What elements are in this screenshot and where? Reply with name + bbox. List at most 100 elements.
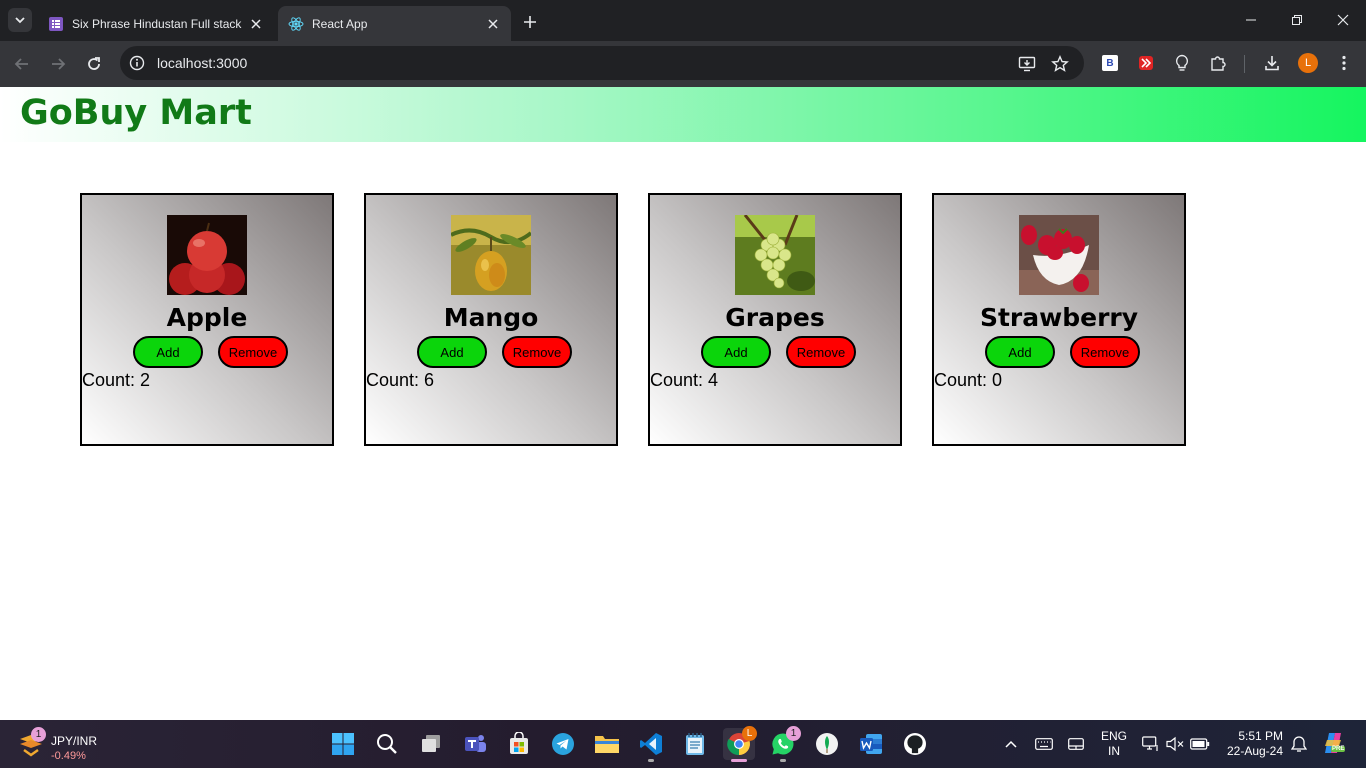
running-indicator: [780, 759, 786, 762]
new-tab-button[interactable]: [518, 10, 542, 34]
teams-app[interactable]: [459, 728, 491, 760]
battery-charging-icon: [1190, 738, 1210, 750]
add-button[interactable]: Add: [133, 336, 203, 368]
mango-image: [451, 215, 531, 295]
clock-date: 22-Aug-24: [1226, 744, 1284, 758]
running-indicator: [731, 759, 747, 762]
remove-button[interactable]: Remove: [1070, 336, 1140, 368]
restore-button[interactable]: [1274, 0, 1320, 40]
chevron-up-icon: [1005, 740, 1017, 748]
product-card-grapes: Grapes Add Remove Count: 4: [648, 193, 902, 446]
currency-change: -0.49%: [51, 750, 86, 762]
count-label: Count: 4: [650, 370, 719, 390]
close-tab-icon[interactable]: [485, 16, 501, 32]
extensions-puzzle-icon[interactable]: [1207, 52, 1229, 74]
notifications-button[interactable]: [1289, 732, 1309, 756]
language-code: ENG: [1100, 729, 1127, 743]
site-info-icon[interactable]: [128, 54, 146, 72]
web-page: GoBuy Mart Apple Add Remove Count: 2 Man…: [0, 87, 1366, 720]
region-code: IN: [1107, 744, 1120, 758]
grapes-image: [735, 215, 815, 295]
reload-icon: [88, 57, 100, 70]
teams-icon: [465, 735, 486, 752]
network-icon: [1142, 736, 1158, 751]
product-name: Mango: [443, 303, 539, 332]
address-bar[interactable]: localhost:3000: [120, 46, 1084, 80]
currency-widget[interactable]: 1 JPY/INR -0.49%: [14, 725, 124, 763]
install-app-icon[interactable]: [1017, 54, 1037, 74]
reload-button[interactable]: [82, 52, 106, 76]
touchpad-icon: [1068, 738, 1084, 750]
windows-logo-icon: [332, 733, 354, 755]
chrome-profile-badge: L: [742, 726, 757, 741]
keyboard-tray[interactable]: [1033, 732, 1055, 756]
product-card-apple: Apple Add Remove Count: 2: [80, 193, 334, 446]
start-button[interactable]: [327, 728, 359, 760]
downloads-icon[interactable]: [1261, 52, 1283, 74]
tab-title: Six Phrase Hindustan Full stack: [72, 16, 242, 31]
volume-tray[interactable]: [1165, 732, 1185, 756]
remove-button[interactable]: Remove: [502, 336, 572, 368]
running-indicator: [648, 759, 654, 762]
toolbar-divider: [1244, 55, 1245, 73]
browser-tab-react-app[interactable]: React App: [278, 6, 511, 41]
clock[interactable]: 5:51 PM 22-Aug-24: [1222, 729, 1288, 758]
product-name: Apple: [166, 303, 248, 332]
task-view-button[interactable]: [415, 728, 447, 760]
profile-avatar[interactable]: L: [1297, 52, 1319, 74]
chrome-app[interactable]: L: [723, 726, 757, 762]
mongodb-app[interactable]: [811, 728, 843, 760]
whatsapp-app[interactable]: 1: [767, 726, 801, 762]
remove-button[interactable]: Remove: [786, 336, 856, 368]
telegram-app[interactable]: [547, 728, 579, 760]
copilot-button[interactable]: PRE: [1319, 732, 1349, 756]
back-button[interactable]: [10, 52, 34, 76]
vscode-app[interactable]: [635, 728, 667, 762]
product-name: Strawberry: [979, 303, 1139, 332]
word-app[interactable]: [855, 728, 887, 760]
taskbar-search[interactable]: [371, 728, 403, 760]
brand-title: GoBuy Mart: [20, 93, 252, 133]
show-hidden-icons[interactable]: [1001, 732, 1021, 756]
extension-b-icon[interactable]: B: [1099, 52, 1121, 74]
minimize-icon: [1246, 19, 1256, 21]
arrow-right-icon: [52, 58, 66, 70]
restore-icon: [1292, 15, 1302, 25]
file-explorer-app[interactable]: [591, 728, 623, 760]
close-window-button[interactable]: [1320, 0, 1366, 40]
github-app[interactable]: [899, 728, 931, 760]
volume-muted-icon: [1166, 736, 1184, 752]
add-button[interactable]: Add: [701, 336, 771, 368]
whatsapp-badge: 1: [786, 726, 801, 741]
browser-tab-strip: Six Phrase Hindustan Full stack React Ap…: [0, 0, 1366, 41]
extension-b-label: B: [1102, 55, 1118, 71]
folder-icon: [595, 736, 619, 753]
browser-tab-six-phrase[interactable]: Six Phrase Hindustan Full stack: [38, 6, 274, 41]
touchpad-tray[interactable]: [1065, 732, 1087, 756]
chrome-menu-icon[interactable]: [1333, 52, 1355, 74]
close-tab-icon[interactable]: [248, 16, 264, 32]
address-url: localhost:3000: [157, 55, 248, 71]
chevron-down-icon: [15, 17, 25, 24]
minimize-button[interactable]: [1228, 0, 1274, 40]
lightbulb-icon[interactable]: [1171, 52, 1193, 74]
apple-image: [167, 215, 247, 295]
store-app[interactable]: [503, 728, 535, 760]
search-icon: [377, 734, 397, 754]
notepad-app[interactable]: [679, 728, 711, 760]
tab-search-button[interactable]: [8, 8, 32, 32]
bookmark-star-icon[interactable]: [1050, 54, 1070, 74]
add-button[interactable]: Add: [985, 336, 1055, 368]
remove-button[interactable]: Remove: [218, 336, 288, 368]
network-tray[interactable]: [1141, 732, 1161, 756]
product-name: Grapes: [725, 303, 825, 332]
extension-red-icon[interactable]: [1135, 52, 1157, 74]
copilot-preview-badge: PRE: [1331, 746, 1346, 752]
input-language[interactable]: ENG IN: [1098, 729, 1130, 758]
store-icon: [510, 732, 528, 754]
add-button[interactable]: Add: [417, 336, 487, 368]
count-label: Count: 6: [366, 370, 435, 390]
battery-tray[interactable]: [1189, 732, 1211, 756]
forward-button[interactable]: [46, 52, 70, 76]
plus-icon: [524, 16, 536, 28]
